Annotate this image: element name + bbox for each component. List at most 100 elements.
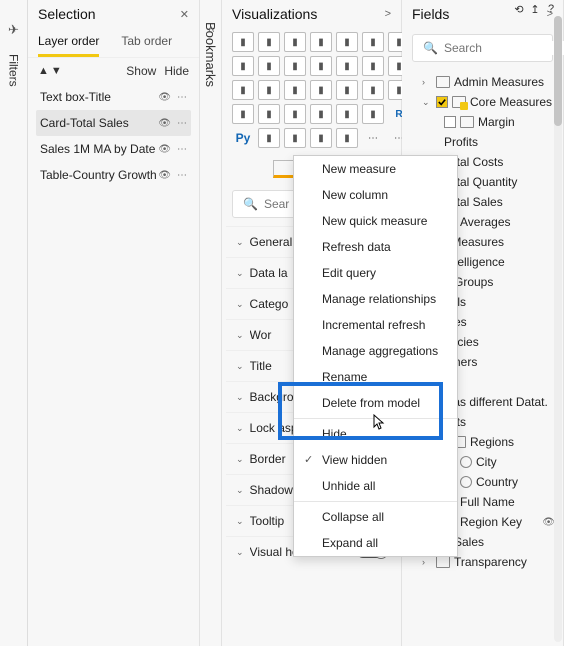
tree-label: Profits: [444, 135, 555, 149]
viz-python-visual[interactable]: Py: [232, 128, 254, 148]
tree-label: Margin: [478, 115, 555, 129]
table-row[interactable]: ⌄ Core Measures: [408, 92, 557, 112]
menu-rename[interactable]: Rename: [294, 364, 457, 390]
viz-paginated[interactable]: ▮: [336, 128, 358, 148]
viz-stacked-bar[interactable]: ▮: [232, 32, 254, 52]
viz-multi-card[interactable]: ▮: [258, 104, 280, 124]
viz-stacked-100[interactable]: ▮: [336, 32, 358, 52]
chevron-down-icon: ⌄: [236, 361, 244, 372]
table-row[interactable]: ›Admin Measures: [408, 72, 557, 92]
menu-new-quick-measure[interactable]: New quick measure: [294, 208, 457, 234]
close-icon[interactable]: ✕: [180, 8, 189, 21]
layer-item[interactable]: Card-Total Sales👁⋯: [36, 110, 191, 136]
viz-stacked-area[interactable]: ▮: [258, 56, 280, 76]
eye-icon[interactable]: 👁: [158, 144, 171, 155]
vertical-scrollbar[interactable]: [554, 16, 562, 642]
layer-item[interactable]: Table-Country Growth👁⋯: [36, 162, 191, 188]
viz-pie[interactable]: ▮: [232, 80, 254, 100]
viz-qna[interactable]: ▮: [310, 128, 332, 148]
more-icon[interactable]: ⋯: [177, 144, 187, 155]
viz-clustered-bar[interactable]: ▮: [258, 32, 280, 52]
help-icon[interactable]: ?: [544, 2, 558, 16]
viz-stacked-col[interactable]: ▮: [284, 32, 306, 52]
viz-key-influencers[interactable]: ▮: [258, 128, 280, 148]
menu-view-hidden[interactable]: View hidden: [294, 447, 457, 473]
chevron-down-icon: ⌄: [236, 330, 244, 341]
fields-search[interactable]: 🔍: [412, 34, 553, 62]
scroll-thumb[interactable]: [554, 16, 562, 126]
viz-donut[interactable]: ▮: [258, 80, 280, 100]
more-icon[interactable]: ⋯: [177, 170, 187, 181]
viz-clustered-col[interactable]: ▮: [310, 32, 332, 52]
viz-matrix[interactable]: ▮: [362, 104, 384, 124]
expand-icon[interactable]: ›: [422, 557, 432, 567]
chevron-down-icon: ⌄: [236, 485, 244, 496]
tab-tab-order[interactable]: Tab order: [121, 28, 172, 57]
viz-waterfall[interactable]: ▮: [362, 56, 384, 76]
menu-incremental-refresh[interactable]: Incremental refresh: [294, 312, 457, 338]
tree-label: Country: [476, 475, 555, 489]
viz-gallery: ▮▮▮▮▮▮▮▮▮▮▮▮▮▮▮▮▮▮▮▮▮▮▮▮▮▮▮RPy▮▮▮▮⋯⋯: [222, 28, 401, 156]
menu-new-column[interactable]: New column: [294, 182, 457, 208]
viz-card[interactable]: ▮: [232, 104, 254, 124]
field-row[interactable]: Profits: [408, 132, 557, 152]
menu-unhide-all[interactable]: Unhide all: [294, 473, 457, 499]
viz-clustered-100[interactable]: ▮: [362, 32, 384, 52]
fields-search-input[interactable]: [444, 41, 564, 55]
viz-ribbon[interactable]: ▮: [336, 56, 358, 76]
tree-label: Core Measures: [470, 95, 555, 109]
menu-hide[interactable]: Hide: [294, 421, 457, 447]
viz-goals[interactable]: ⋯: [362, 128, 384, 148]
menu-new-measure[interactable]: New measure: [294, 156, 457, 182]
more-icon[interactable]: ⋯: [177, 118, 187, 129]
viz-funnel[interactable]: ▮: [362, 80, 384, 100]
show-layer-button[interactable]: Show: [126, 64, 156, 78]
viz-tab-fields[interactable]: [273, 160, 295, 178]
hide-layer-button[interactable]: Hide: [164, 64, 189, 78]
tab-layer-order[interactable]: Layer order: [38, 28, 99, 57]
viz-map[interactable]: ▮: [310, 80, 332, 100]
bookmarks-tab[interactable]: < Bookmarks: [200, 0, 222, 646]
layer-item[interactable]: Sales 1M MA by Date👁⋯: [36, 136, 191, 162]
tree-label: Total Costs: [444, 155, 555, 169]
viz-slicer[interactable]: ▮: [310, 104, 332, 124]
menu-manage-relationships[interactable]: Manage relationships: [294, 286, 457, 312]
up-icon[interactable]: ↥: [528, 2, 542, 16]
move-up-icon[interactable]: ▲: [38, 65, 49, 77]
refresh-icon[interactable]: ⟲: [512, 2, 526, 16]
layer-item[interactable]: Text box-Title 👁 ⋯: [36, 84, 191, 110]
viz-line-col2[interactable]: ▮: [310, 56, 332, 76]
eye-icon[interactable]: 👁: [158, 170, 171, 181]
menu-manage-aggregations[interactable]: Manage aggregations: [294, 338, 457, 364]
viz-kpi[interactable]: ▮: [284, 104, 306, 124]
tree-label: Region Key: [460, 515, 538, 529]
viz-decomposition[interactable]: ▮: [284, 128, 306, 148]
layer-label: Text box-Title: [40, 90, 111, 104]
viz-filled-map[interactable]: ▮: [336, 80, 358, 100]
expand-icon[interactable]: ⌄: [422, 97, 432, 108]
field-row[interactable]: Margin: [408, 112, 557, 132]
checkbox[interactable]: [444, 116, 456, 128]
menu-delete-from-model[interactable]: Delete from model: [294, 390, 457, 416]
checkbox[interactable]: [436, 96, 448, 108]
expand-viz-icon[interactable]: >: [385, 8, 391, 20]
move-down-icon[interactable]: ▼: [51, 65, 62, 77]
more-icon[interactable]: ⋯: [177, 92, 187, 103]
tree-label: nels: [444, 295, 555, 309]
chevron-down-icon: ⌄: [236, 268, 244, 279]
eye-icon[interactable]: 👁: [158, 92, 171, 103]
viz-table[interactable]: ▮: [336, 104, 358, 124]
table-icon: [436, 556, 450, 568]
menu-expand-all[interactable]: Expand all: [294, 530, 457, 556]
expand-icon[interactable]: ›: [422, 77, 432, 87]
send-icon[interactable]: ✈: [8, 22, 19, 38]
viz-area[interactable]: ▮: [232, 56, 254, 76]
viz-treemap[interactable]: ▮: [284, 80, 306, 100]
filters-tab-label[interactable]: Filters: [7, 48, 21, 87]
viz-line-col[interactable]: ▮: [284, 56, 306, 76]
eye-icon[interactable]: 👁: [158, 118, 171, 129]
menu-edit-query[interactable]: Edit query: [294, 260, 457, 286]
table-context-menu[interactable]: New measureNew columnNew quick measureRe…: [293, 155, 458, 557]
menu-collapse-all[interactable]: Collapse all: [294, 504, 457, 530]
menu-refresh-data[interactable]: Refresh data: [294, 234, 457, 260]
